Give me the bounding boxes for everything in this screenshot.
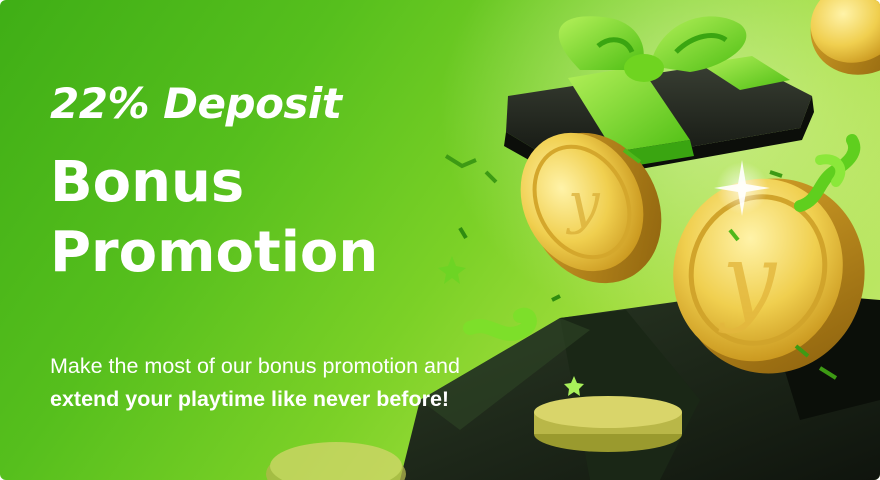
- promo-title-line-1: 22% Deposit: [50, 79, 342, 128]
- gold-coin-icon: [266, 442, 406, 480]
- promo-banner[interactable]: y y 22% Deposit Bonus Promotion Make the…: [0, 0, 880, 480]
- svg-text:y: y: [565, 171, 601, 236]
- promo-description-line-1: Make the most of our bonus promotion and: [50, 354, 460, 378]
- promo-title-line-2: Bonus: [50, 150, 245, 215]
- svg-text:y: y: [718, 223, 778, 335]
- gold-coin-icon: [534, 396, 682, 452]
- gold-coin-icon: [810, 0, 880, 75]
- promo-description-line-2: extend your playtime like never before!: [50, 387, 450, 411]
- promo-description: Make the most of our bonus promotion and…: [50, 350, 460, 416]
- promo-title-line-3: Promotion: [50, 220, 379, 285]
- promo-title: 22% Deposit Bonus Promotion: [50, 78, 378, 288]
